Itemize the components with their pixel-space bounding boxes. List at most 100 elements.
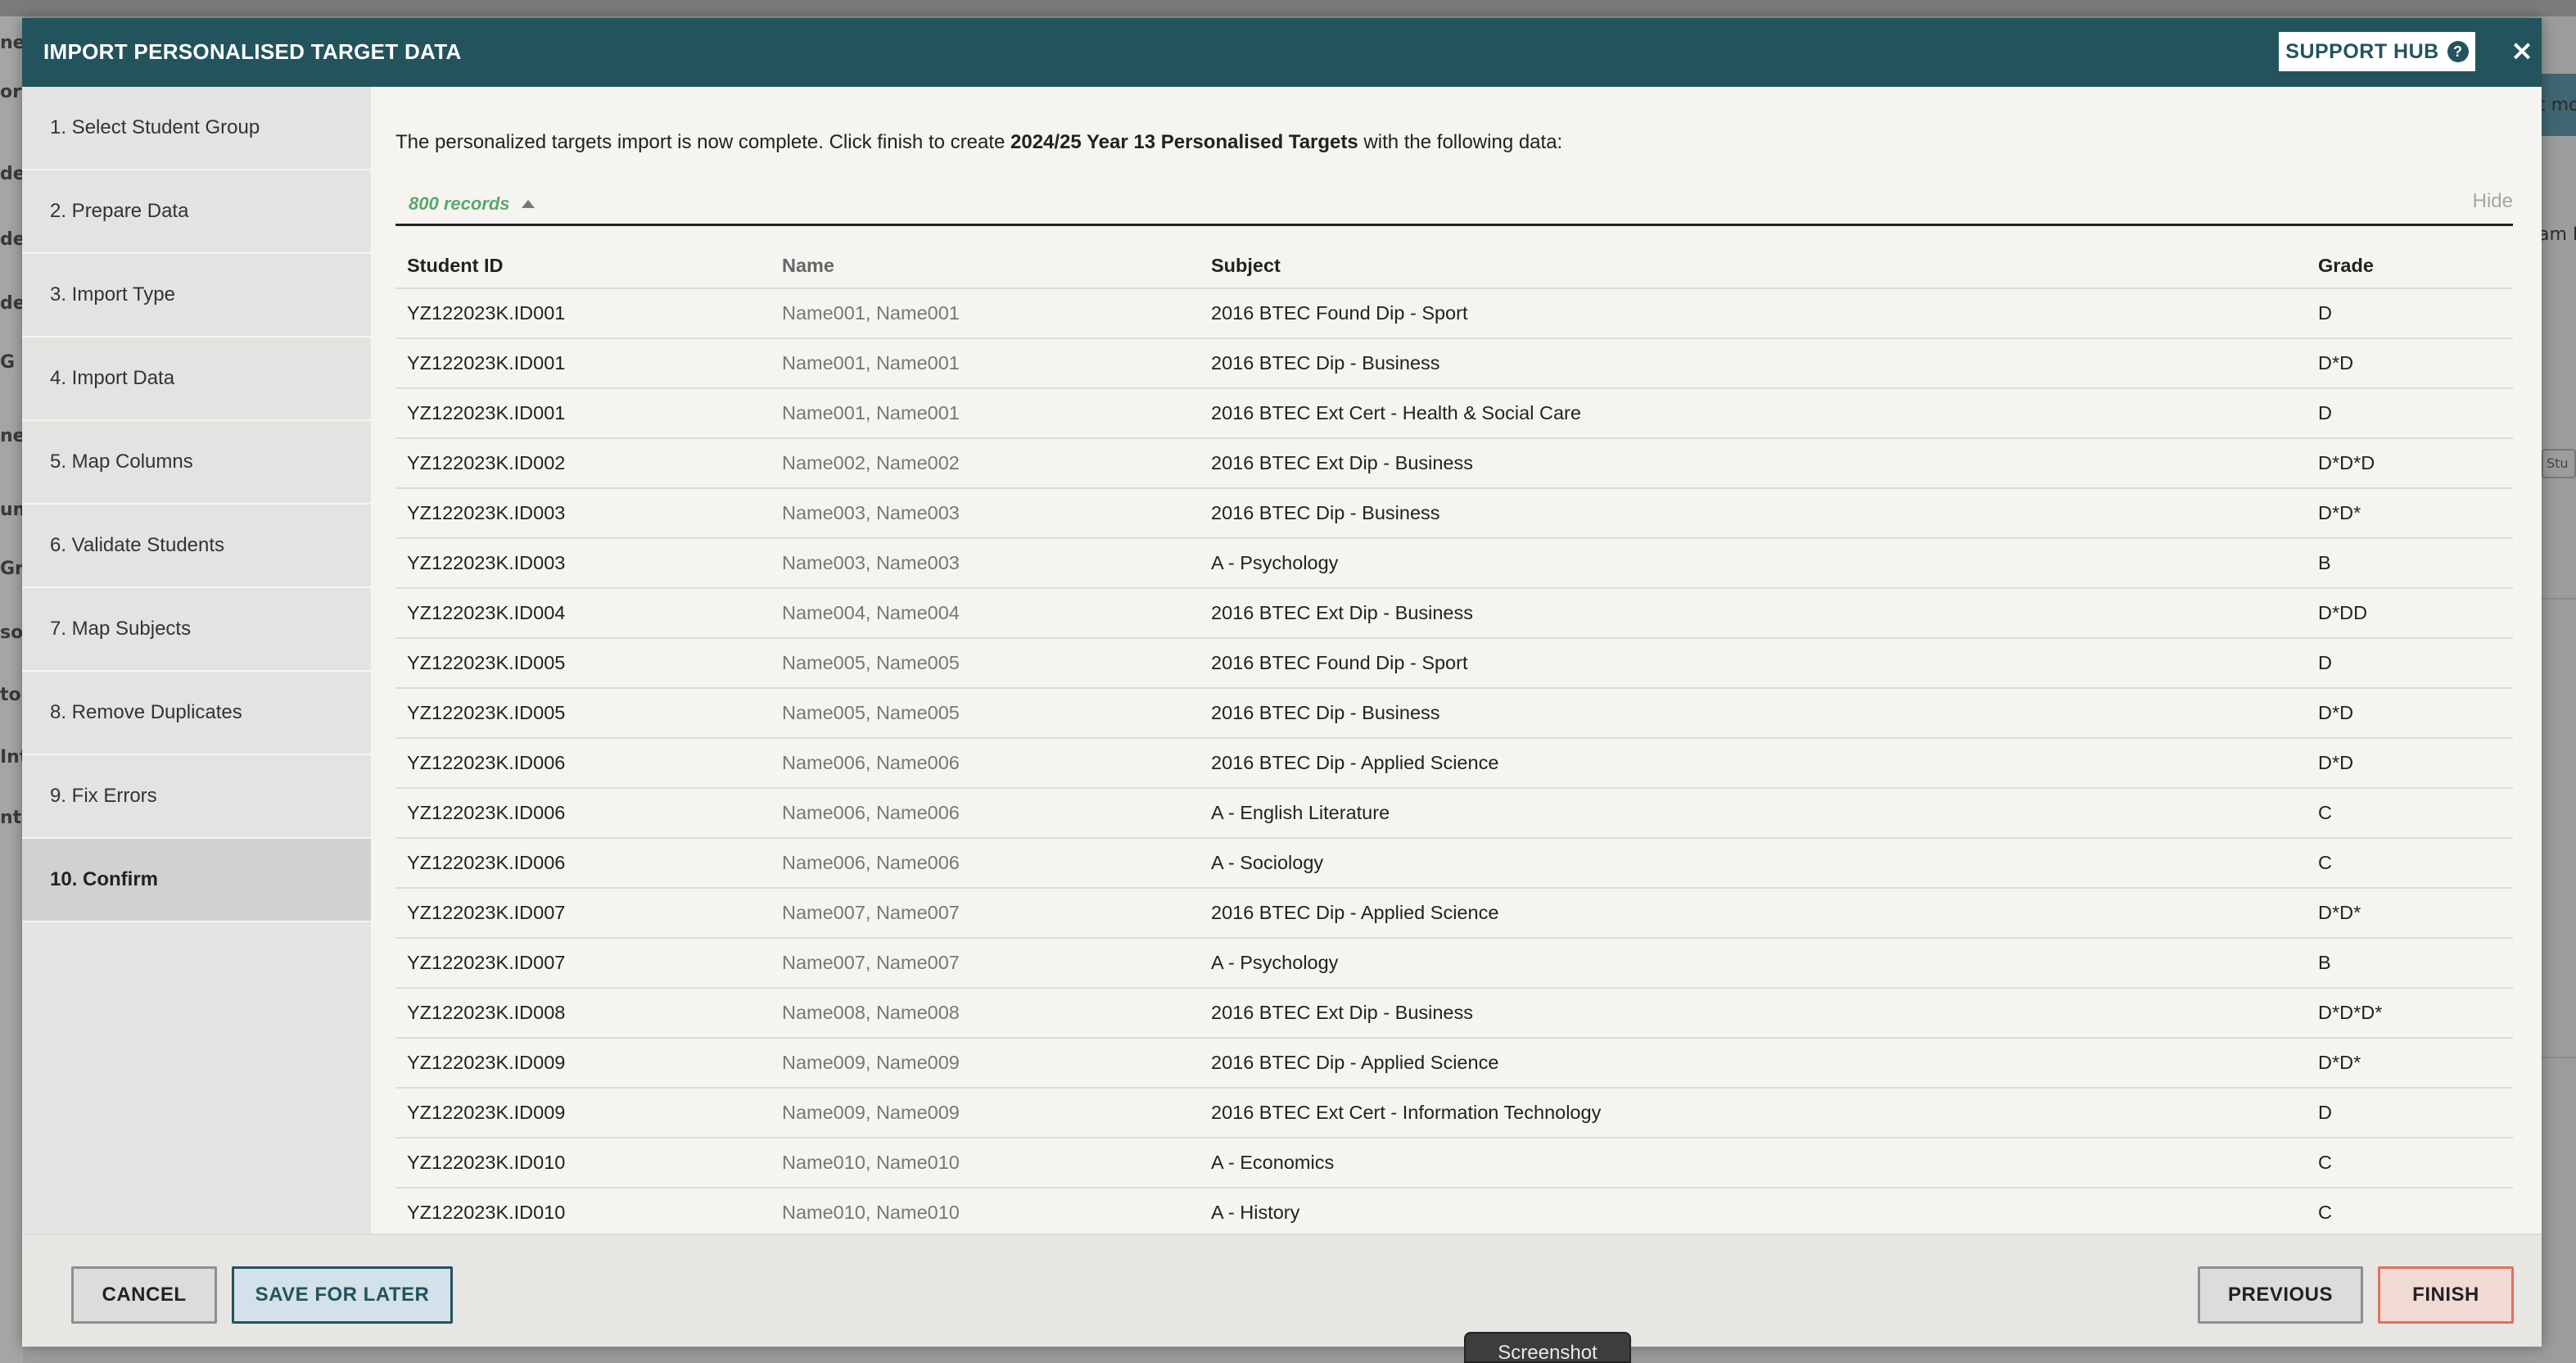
cell-name: Name003, Name003 (771, 488, 1200, 539)
cell-student-id: YZ122023K.ID006 (395, 788, 771, 839)
cell-subject: A - Sociology (1200, 838, 2307, 889)
table-row: YZ122023K.ID003 Name003, Name003 A - Psych… (395, 538, 2513, 589)
previous-button[interactable]: PREVIOUS (2198, 1266, 2363, 1324)
cell-subject: 2016 BTEC Ext Cert - Information Technol… (1200, 1088, 2307, 1139)
support-hub-label: SUPPORT HUB (2285, 39, 2439, 63)
caret-up-icon (521, 200, 535, 208)
help-icon: ? (2447, 41, 2469, 62)
table-row: YZ122023K.ID006 Name006, Name006 A - Socio… (395, 838, 2513, 889)
table-row: YZ122023K.ID001 Name001, Name001 2016 BTEC… (395, 338, 2513, 389)
column-header-subject: Subject (1200, 226, 2307, 289)
wizard-step-10[interactable]: 10. Confirm (22, 839, 371, 922)
cell-student-id: YZ122023K.ID004 (395, 588, 771, 639)
table-row: YZ122023K.ID009 Name009, Name009 2016 BTEC… (395, 1088, 2513, 1139)
cell-student-id: YZ122023K.ID001 (395, 338, 771, 389)
column-header-name: Name (771, 226, 1200, 289)
cell-grade: D (2307, 388, 2513, 439)
wizard-step-4[interactable]: 4. Import Data (22, 337, 371, 421)
table-row: YZ122023K.ID003 Name003, Name003 2016 BTEC… (395, 488, 2513, 539)
cell-name: Name001, Name001 (771, 338, 1200, 389)
cell-student-id: YZ122023K.ID007 (395, 888, 771, 939)
support-hub-button[interactable]: SUPPORT HUB ? (2276, 29, 2478, 74)
cell-name: Name003, Name003 (771, 538, 1200, 589)
cell-name: Name006, Name006 (771, 788, 1200, 839)
cancel-button[interactable]: CANCEL (71, 1266, 217, 1324)
cell-name: Name004, Name004 (771, 588, 1200, 639)
screenshot-tooltip: Screenshot (1464, 1332, 1631, 1363)
table-row: YZ122023K.ID007 Name007, Name007 A - Psych… (395, 938, 2513, 989)
cell-student-id: YZ122023K.ID007 (395, 938, 771, 989)
cell-subject: 2016 BTEC Dip - Business (1200, 488, 2307, 539)
cell-name: Name002, Name002 (771, 438, 1200, 489)
column-header-student-id: Student ID (395, 226, 771, 289)
hide-link[interactable]: Hide (2473, 190, 2513, 213)
wizard-step-6[interactable]: 6. Validate Students (22, 505, 371, 588)
cell-subject: 2016 BTEC Ext Dip - Business (1200, 438, 2307, 489)
cell-name: Name010, Name010 (771, 1188, 1200, 1234)
close-icon[interactable]: × (2508, 33, 2536, 69)
cell-name: Name005, Name005 (771, 688, 1200, 739)
cell-student-id: YZ122023K.ID005 (395, 688, 771, 739)
wizard-step-5[interactable]: 5. Map Columns (22, 421, 371, 505)
cell-grade: D (2307, 638, 2513, 689)
cell-name: Name008, Name008 (771, 988, 1200, 1039)
cell-grade: D (2307, 288, 2513, 339)
cell-student-id: YZ122023K.ID001 (395, 388, 771, 439)
cell-student-id: YZ122023K.ID010 (395, 1138, 771, 1189)
table-row: YZ122023K.ID005 Name005, Name005 2016 BTEC… (395, 638, 2513, 689)
cell-name: Name007, Name007 (771, 888, 1200, 939)
table-row: YZ122023K.ID006 Name006, Name006 A - Engli… (395, 788, 2513, 839)
records-toggle[interactable]: 800 records (409, 193, 535, 215)
cell-grade: D*D (2307, 738, 2513, 789)
cell-subject: A - Psychology (1200, 938, 2307, 989)
background-row-divider (2538, 598, 2576, 600)
cell-subject: A - History (1200, 1188, 2307, 1234)
wizard-step-7[interactable]: 7. Map Subjects (22, 588, 371, 672)
cell-student-id: YZ122023K.ID010 (395, 1188, 771, 1234)
cell-student-id: YZ122023K.ID009 (395, 1038, 771, 1089)
cell-student-id: YZ122023K.ID005 (395, 638, 771, 689)
intro-before: The personalized targets import is now c… (395, 131, 1010, 153)
modal-footer: CANCEL SAVE FOR LATER PREVIOUS FINISH (22, 1234, 2542, 1347)
cell-subject: 2016 BTEC Dip - Business (1200, 688, 2307, 739)
table-row: YZ122023K.ID004 Name004, Name004 2016 BTEC… (395, 588, 2513, 639)
cell-subject: 2016 BTEC Dip - Business (1200, 338, 2307, 389)
wizard-step-8[interactable]: 8. Remove Duplicates (22, 672, 371, 755)
target-name: 2024/25 Year 13 Personalised Targets (1010, 131, 1358, 153)
cell-grade: D*D (2307, 338, 2513, 389)
column-header-grade: Grade (2307, 226, 2513, 289)
cell-student-id: YZ122023K.ID003 (395, 538, 771, 589)
table-row: YZ122023K.ID006 Name006, Name006 2016 BTEC… (395, 738, 2513, 789)
cell-name: Name001, Name001 (771, 288, 1200, 339)
cell-grade: C (2307, 838, 2513, 889)
save-for-later-button[interactable]: SAVE FOR LATER (232, 1266, 453, 1324)
confirm-panel: The personalized targets import is now c… (371, 87, 2542, 1234)
cell-student-id: YZ122023K.ID001 (395, 288, 771, 339)
cell-grade: B (2307, 938, 2513, 989)
modal-header: IMPORT PERSONALISED TARGET DATA SUPPORT … (22, 18, 2542, 87)
cell-subject: 2016 BTEC Dip - Applied Science (1200, 888, 2307, 939)
background-right-chip: Stu (2542, 449, 2576, 478)
cell-grade: D*D*D* (2307, 988, 2513, 1039)
cell-name: Name001, Name001 (771, 388, 1200, 439)
finish-button[interactable]: FINISH (2378, 1266, 2514, 1324)
table-row: YZ122023K.ID005 Name005, Name005 2016 BTEC… (395, 688, 2513, 739)
cell-name: Name007, Name007 (771, 938, 1200, 989)
wizard-step-3[interactable]: 3. Import Type (22, 254, 371, 337)
cell-grade: D*D* (2307, 488, 2513, 539)
table-row: YZ122023K.ID008 Name008, Name008 2016 BTEC… (395, 988, 2513, 1039)
wizard-step-9[interactable]: 9. Fix Errors (22, 755, 371, 839)
cell-grade: D*D*D (2307, 438, 2513, 489)
cell-subject: 2016 BTEC Dip - Applied Science (1200, 738, 2307, 789)
table-row: YZ122023K.ID007 Name007, Name007 2016 BTEC… (395, 888, 2513, 939)
background-right-fragment: am R (2538, 224, 2576, 245)
background-header (0, 0, 2576, 16)
background-left-fragment: ne (0, 33, 25, 53)
wizard-step-2[interactable]: 2. Prepare Data (22, 170, 371, 254)
cell-grade: D*D* (2307, 1038, 2513, 1089)
table-row: YZ122023K.ID002 Name002, Name002 2016 BTEC… (395, 438, 2513, 489)
cell-grade: C (2307, 1138, 2513, 1189)
wizard-step-1[interactable]: 1. Select Student Group (22, 87, 371, 170)
cell-name: Name005, Name005 (771, 638, 1200, 689)
table-row: YZ122023K.ID001 Name001, Name001 2016 BTEC… (395, 388, 2513, 439)
